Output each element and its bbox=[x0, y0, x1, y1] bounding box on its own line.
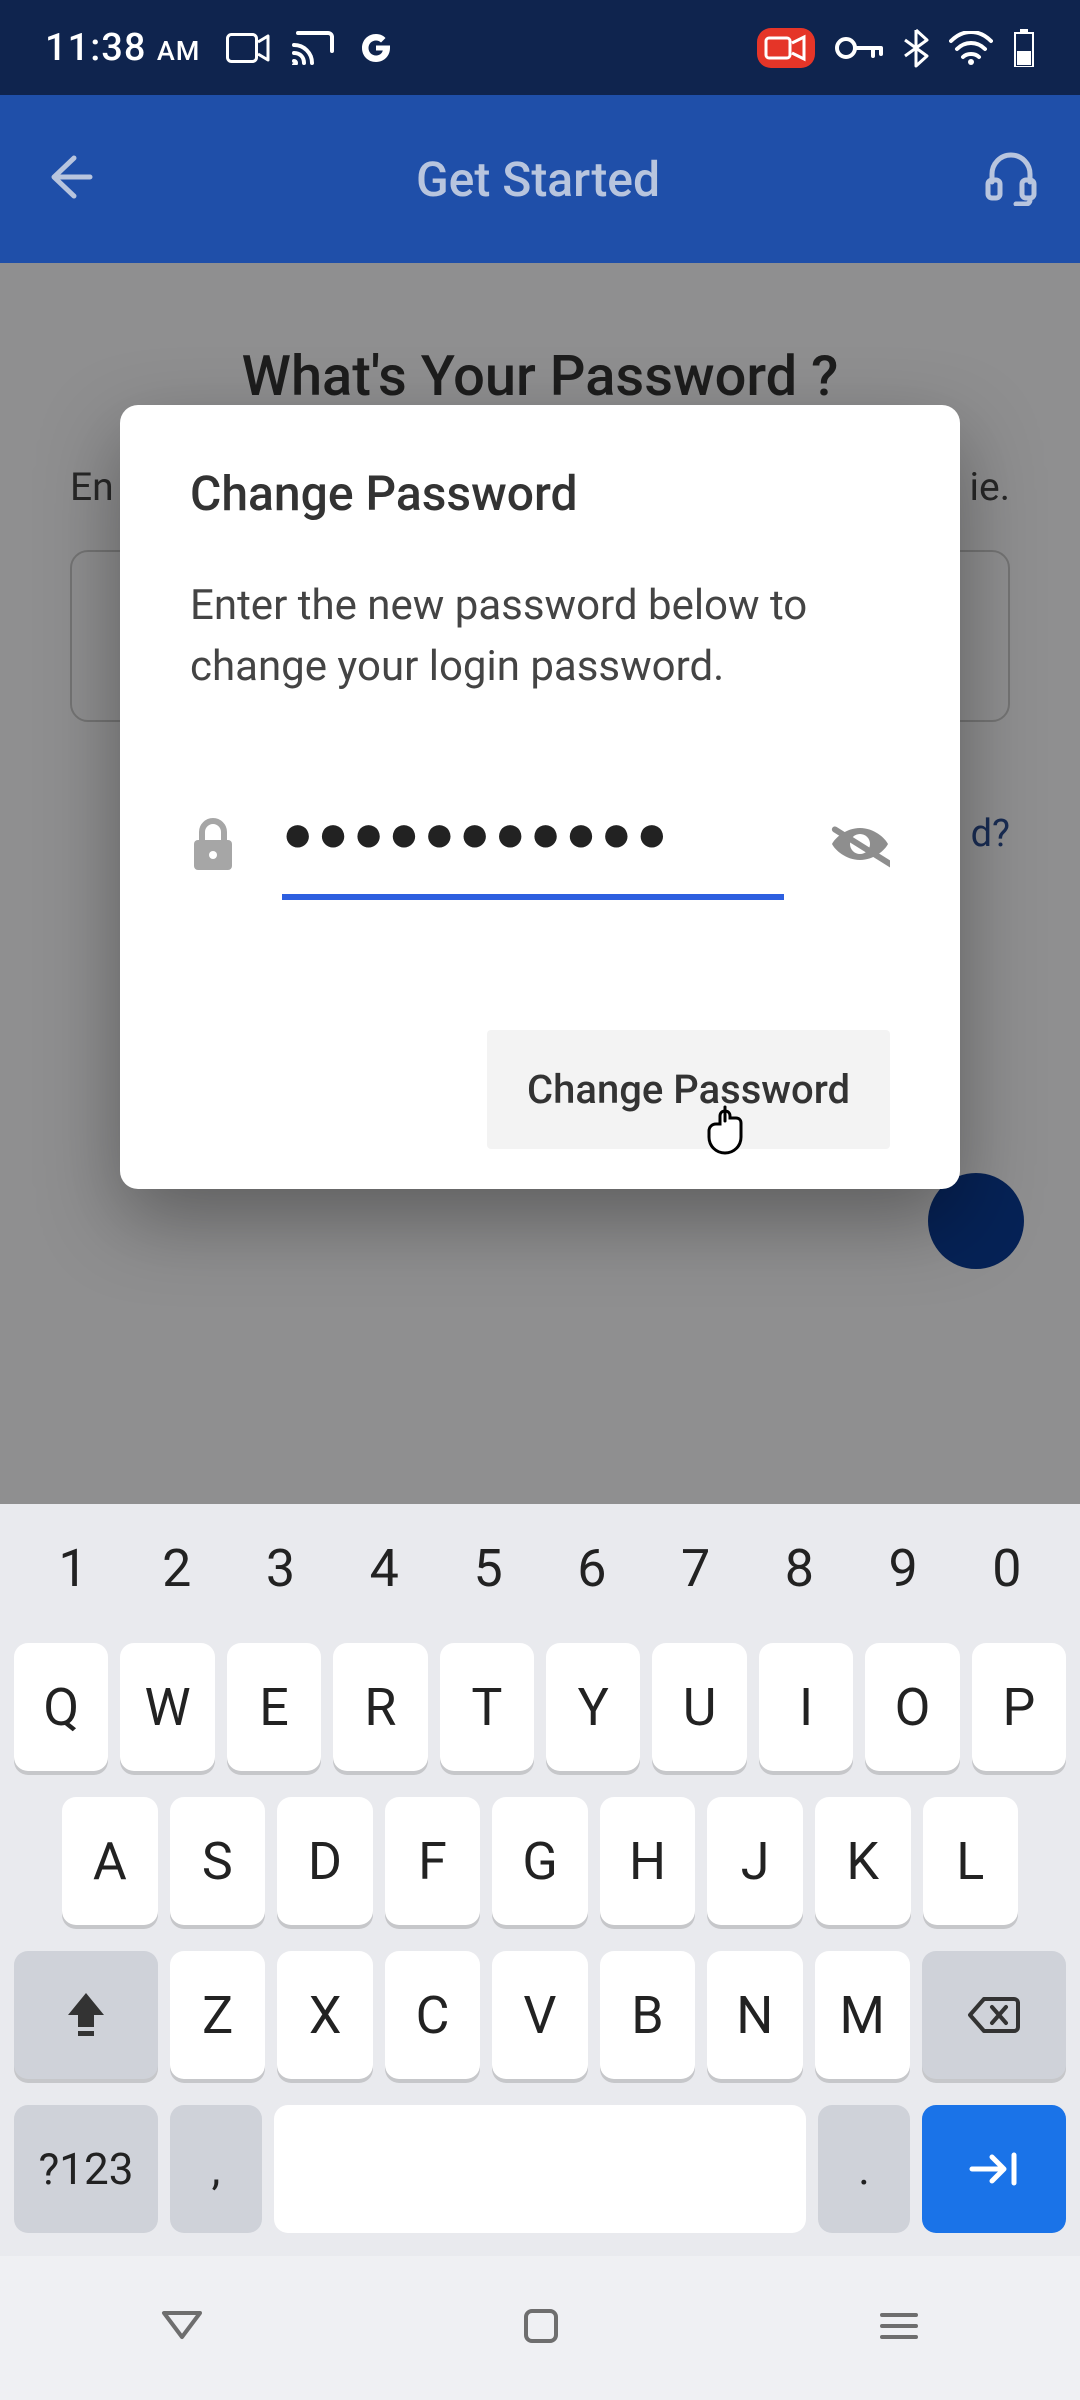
back-button[interactable] bbox=[40, 150, 94, 208]
key-7[interactable]: 7 bbox=[657, 1538, 735, 1599]
dialog-actions: Change Password bbox=[190, 1030, 890, 1149]
key-j[interactable]: J bbox=[707, 1797, 803, 1925]
password-row bbox=[190, 793, 890, 900]
key-symbols[interactable]: ?123 bbox=[14, 2105, 158, 2233]
key-5[interactable]: 5 bbox=[449, 1538, 527, 1599]
toggle-password-visibility[interactable] bbox=[830, 820, 890, 872]
key-t[interactable]: T bbox=[440, 1643, 534, 1771]
triangle-down-icon bbox=[160, 2309, 204, 2343]
key-y[interactable]: Y bbox=[546, 1643, 640, 1771]
keyboard-row-2: A S D F G H J K L bbox=[14, 1797, 1066, 1925]
key-space[interactable] bbox=[274, 2105, 806, 2233]
bluetooth-icon bbox=[903, 28, 929, 68]
key-comma[interactable]: , bbox=[170, 2105, 262, 2233]
key-z[interactable]: Z bbox=[170, 1951, 265, 2079]
lock-icon bbox=[190, 816, 236, 876]
key-m[interactable]: M bbox=[815, 1951, 910, 2079]
key-3[interactable]: 3 bbox=[242, 1538, 320, 1599]
key-i[interactable]: I bbox=[759, 1643, 853, 1771]
status-icons-left bbox=[226, 28, 396, 68]
keyboard-row-1: Q W E R T Y U I O P bbox=[14, 1643, 1066, 1771]
key-x[interactable]: X bbox=[277, 1951, 372, 2079]
video-icon bbox=[226, 33, 270, 63]
key-f[interactable]: F bbox=[385, 1797, 481, 1925]
key-k[interactable]: K bbox=[815, 1797, 911, 1925]
shift-icon bbox=[64, 1991, 108, 2039]
nav-back[interactable] bbox=[160, 2309, 204, 2347]
key-9[interactable]: 9 bbox=[864, 1538, 942, 1599]
key-v[interactable]: V bbox=[492, 1951, 587, 2079]
key-icon bbox=[835, 35, 883, 61]
key-c[interactable]: C bbox=[385, 1951, 480, 2079]
key-l[interactable]: L bbox=[923, 1797, 1019, 1925]
status-time-value: 11:38 bbox=[45, 26, 146, 70]
key-enter[interactable] bbox=[922, 2105, 1066, 2233]
eye-off-icon bbox=[830, 820, 890, 868]
status-time-ampm: AM bbox=[157, 35, 201, 67]
key-p[interactable]: P bbox=[972, 1643, 1066, 1771]
key-n[interactable]: N bbox=[707, 1951, 802, 2079]
key-q[interactable]: Q bbox=[14, 1643, 108, 1771]
backspace-icon bbox=[966, 1995, 1022, 2035]
key-o[interactable]: O bbox=[865, 1643, 959, 1771]
google-g-icon bbox=[356, 28, 396, 68]
new-password-input[interactable] bbox=[282, 793, 784, 900]
dialog-body: Enter the new password below to change y… bbox=[190, 576, 890, 698]
status-time: 11:38 AM bbox=[45, 26, 200, 70]
key-s[interactable]: S bbox=[170, 1797, 266, 1925]
tab-next-icon bbox=[966, 2149, 1022, 2189]
key-b[interactable]: B bbox=[600, 1951, 695, 2079]
key-8[interactable]: 8 bbox=[760, 1538, 838, 1599]
nav-home[interactable] bbox=[523, 2308, 559, 2348]
system-nav-bar bbox=[0, 2256, 1080, 2400]
key-d[interactable]: D bbox=[277, 1797, 373, 1925]
wifi-icon bbox=[949, 31, 993, 65]
support-button[interactable] bbox=[982, 148, 1040, 210]
key-h[interactable]: H bbox=[600, 1797, 696, 1925]
key-a[interactable]: A bbox=[62, 1797, 158, 1925]
keyboard-row-3: Z X C V B N M bbox=[14, 1951, 1066, 2079]
status-right bbox=[757, 28, 1035, 68]
battery-icon bbox=[1013, 29, 1035, 67]
status-left: 11:38 AM bbox=[45, 26, 396, 70]
key-w[interactable]: W bbox=[120, 1643, 214, 1771]
key-g[interactable]: G bbox=[492, 1797, 588, 1925]
arrow-left-icon bbox=[40, 150, 94, 204]
key-shift[interactable] bbox=[14, 1951, 158, 2079]
nav-recent[interactable] bbox=[878, 2311, 920, 2345]
key-e[interactable]: E bbox=[227, 1643, 321, 1771]
keyboard-row-4: ?123 , . bbox=[14, 2105, 1066, 2233]
key-backspace[interactable] bbox=[922, 1951, 1066, 2079]
key-6[interactable]: 6 bbox=[553, 1538, 631, 1599]
dialog-title: Change Password bbox=[190, 465, 890, 522]
page-title: Get Started bbox=[94, 151, 982, 208]
headset-icon bbox=[982, 148, 1040, 206]
key-period[interactable]: . bbox=[818, 2105, 910, 2233]
cast-icon bbox=[292, 31, 334, 65]
key-u[interactable]: U bbox=[652, 1643, 746, 1771]
change-password-button[interactable]: Change Password bbox=[487, 1030, 890, 1149]
square-icon bbox=[523, 2308, 559, 2344]
app-header: Get Started bbox=[0, 95, 1080, 263]
status-bar: 11:38 AM bbox=[0, 0, 1080, 95]
key-2[interactable]: 2 bbox=[138, 1538, 216, 1599]
key-1[interactable]: 1 bbox=[34, 1538, 112, 1599]
key-0[interactable]: 0 bbox=[968, 1538, 1046, 1599]
soft-keyboard: 1 2 3 4 5 6 7 8 9 0 Q W E R T Y U I O P … bbox=[0, 1504, 1080, 2256]
keyboard-number-row: 1 2 3 4 5 6 7 8 9 0 bbox=[14, 1508, 1066, 1617]
change-password-dialog: Change Password Enter the new password b… bbox=[120, 405, 960, 1189]
menu-icon bbox=[878, 2311, 920, 2341]
key-4[interactable]: 4 bbox=[345, 1538, 423, 1599]
key-r[interactable]: R bbox=[333, 1643, 427, 1771]
screen-record-icon bbox=[757, 28, 815, 68]
